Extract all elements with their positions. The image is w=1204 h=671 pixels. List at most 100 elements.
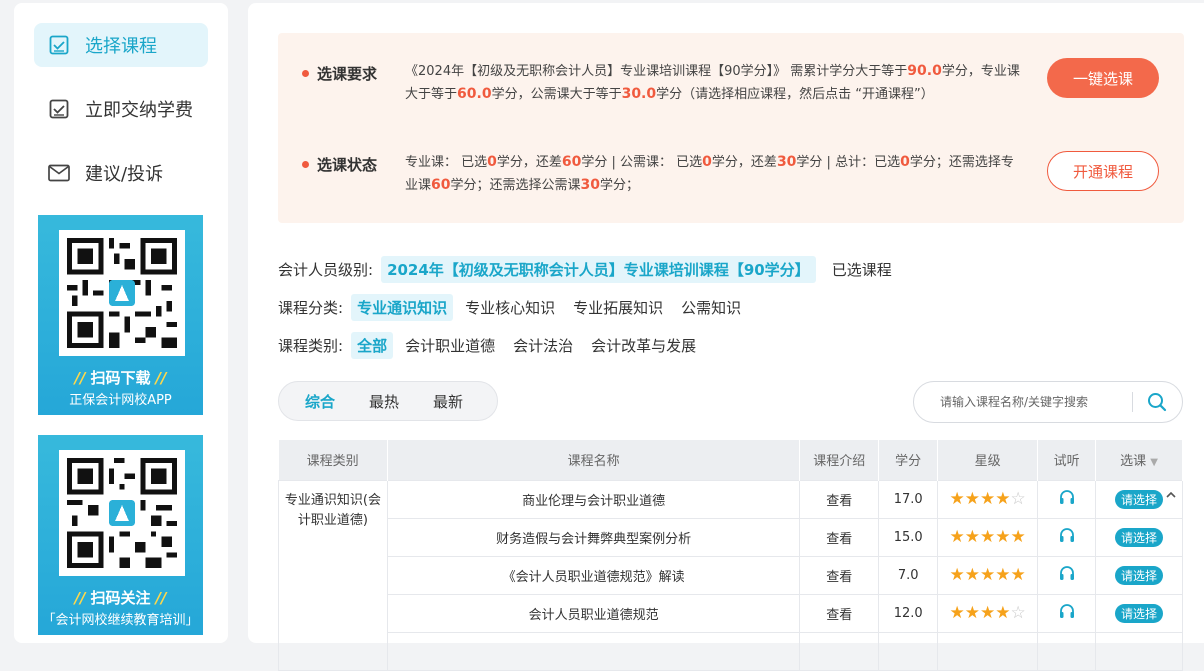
sort-tab-comprehensive[interactable]: 综合	[305, 391, 335, 412]
star-rating: ★★★★★	[949, 527, 1026, 547]
course-name: 会计人员职业道德规范	[386, 593, 801, 633]
type-option[interactable]: 会计改革与发展	[585, 332, 702, 359]
empty-cell	[1037, 631, 1097, 671]
filter-label: 会计人员级别:	[278, 261, 374, 279]
course-name: 财务造假与会计舞弊典型案例分析	[386, 517, 801, 557]
select-course-button[interactable]: 请选择	[1115, 527, 1164, 547]
one-click-select-button[interactable]: 一键选课	[1047, 58, 1159, 98]
headphones-icon[interactable]	[1058, 528, 1076, 548]
course-category-cell: 专业通识知识(会计职业道德)	[278, 479, 388, 671]
sidebar-item-label: 立即交纳学费	[85, 100, 193, 121]
select-course-button[interactable]: 请选择	[1115, 603, 1164, 623]
headphones-icon[interactable]	[1058, 566, 1076, 586]
column-header: 课程名称	[387, 440, 801, 480]
empty-cell	[1095, 631, 1183, 671]
type-filter: 课程类别: 全部 会计职业道德 会计法治 会计改革与发展	[278, 332, 708, 359]
empty-cell	[799, 631, 880, 671]
status-label: 选课状态	[302, 154, 377, 175]
checklist-icon	[47, 33, 71, 57]
category-option[interactable]: 专业通识知识	[351, 294, 454, 321]
filter-label: 课程类别:	[278, 337, 344, 355]
table-row: 《会计人员职业道德规范》解读 查看 7.0 ★★★★★ 请选择	[279, 555, 1183, 595]
view-intro-link[interactable]: 查看	[799, 555, 880, 595]
chevron-down-icon[interactable]: ▼	[1150, 457, 1158, 468]
filter-label: 课程分类:	[278, 299, 344, 317]
headphones-icon[interactable]	[1058, 490, 1076, 510]
course-name: 《会计人员职业道德规范》解读	[386, 555, 801, 595]
column-header: 学分	[878, 440, 939, 480]
sidebar-item-label: 选择课程	[85, 36, 157, 57]
select-course-button[interactable]: 请选择	[1115, 565, 1164, 585]
course-name	[386, 631, 801, 671]
select-course-button[interactable]: 请选择	[1115, 489, 1164, 509]
audition-cell	[1037, 555, 1097, 595]
course-rating: ★★★★☆	[937, 593, 1039, 633]
scrollbar[interactable]	[1164, 487, 1178, 637]
bullet-dot	[302, 70, 309, 77]
view-intro-link[interactable]: 查看	[799, 593, 880, 633]
course-credit: 7.0	[878, 555, 939, 595]
qr-code	[59, 450, 185, 576]
level-option-selected-courses[interactable]: 已选课程	[826, 256, 898, 283]
course-rating: ★★★★☆	[937, 479, 1039, 519]
type-option[interactable]: 会计法治	[507, 332, 579, 359]
audition-cell	[1037, 479, 1097, 519]
open-course-button[interactable]: 开通课程	[1047, 151, 1159, 191]
promo-title: //扫码关注//	[74, 589, 167, 607]
table-header: 课程类别 课程名称 课程介绍 学分 星级 试听 选课 ▼	[278, 440, 1183, 480]
requirements-box: 选课要求 《2024年【初级及无职称会计人员】专业课培训课程【90学分】》 需累…	[278, 33, 1184, 223]
search-input[interactable]	[940, 395, 1120, 409]
sort-tab-newest[interactable]: 最新	[433, 391, 463, 412]
course-name: 商业伦理与会计职业道德	[386, 479, 801, 519]
course-credit: 12.0	[878, 593, 939, 633]
requirement-text: 《2024年【初级及无职称会计人员】专业课培训课程【90学分】》 需累计学分大于…	[405, 63, 1020, 102]
requirement-label: 选课要求	[302, 63, 377, 84]
sidebar-item-feedback[interactable]: 建议/投诉	[34, 151, 208, 195]
star-rating: ★★★★★	[949, 565, 1026, 585]
promo-title: //扫码下载//	[74, 369, 167, 387]
table-row	[279, 631, 1183, 671]
type-option[interactable]: 会计职业道德	[399, 332, 501, 359]
course-rating: ★★★★★	[937, 517, 1039, 557]
star-rating: ★★★★☆	[949, 489, 1026, 509]
column-header: 课程类别	[278, 440, 388, 480]
bullet-dot	[302, 161, 309, 168]
category-option[interactable]: 专业拓展知识	[567, 294, 669, 321]
promo-subtitle: 「会计网校继续教育培训」	[42, 613, 199, 628]
status-text: 专业课： 已选0学分，还差60学分 | 公需课： 已选0学分，还差30学分 | …	[405, 154, 1014, 193]
sidebar-item-label: 建议/投诉	[85, 164, 164, 185]
sort-tab-hottest[interactable]: 最热	[369, 391, 399, 412]
mail-icon	[47, 161, 71, 185]
category-option[interactable]: 公需知识	[675, 294, 747, 321]
wechat-follow-promo[interactable]: //扫码关注// 「会计网校继续教育培训」	[38, 435, 203, 635]
qr-code	[59, 230, 185, 356]
column-header: 试听	[1037, 440, 1097, 480]
star-rating: ★★★★☆	[949, 603, 1026, 623]
headphones-icon[interactable]	[1058, 604, 1076, 624]
empty-cell	[937, 631, 1039, 671]
category-filter: 课程分类: 专业通识知识 专业核心知识 专业拓展知识 公需知识	[278, 294, 753, 321]
table-row: 财务造假与会计舞弊典型案例分析 查看 15.0 ★★★★★ 请选择	[279, 517, 1183, 557]
level-option-selected[interactable]: 2024年【初级及无职称会计人员】专业课培训课程【90学分】	[381, 256, 816, 283]
type-option[interactable]: 全部	[351, 332, 394, 359]
category-option[interactable]: 专业核心知识	[459, 294, 561, 321]
sidebar-item-select-course[interactable]: 选择课程	[34, 23, 208, 67]
app-download-promo[interactable]: //扫码下载// 正保会计网校APP	[38, 215, 203, 415]
audition-cell	[1037, 593, 1097, 633]
table-row: 会计人员职业道德规范 查看 12.0 ★★★★☆ 请选择	[279, 593, 1183, 633]
search-icon[interactable]	[1147, 392, 1167, 412]
course-rating: ★★★★★	[937, 555, 1039, 595]
promo-subtitle: 正保会计网校APP	[69, 393, 172, 408]
empty-cell	[878, 631, 939, 671]
course-credit: 15.0	[878, 517, 939, 557]
column-header: 星级	[937, 440, 1039, 480]
scroll-up-icon[interactable]	[1164, 488, 1178, 502]
search-box	[913, 381, 1183, 423]
main-panel: 选课要求 《2024年【初级及无职称会计人员】专业课培训课程【90学分】》 需累…	[248, 3, 1204, 671]
sort-tabs: 综合 最热 最新	[278, 381, 498, 421]
course-table: 课程类别 课程名称 课程介绍 学分 星级 试听 选课 ▼ 专业通识知识(会计职业…	[278, 440, 1183, 671]
course-credit: 17.0	[878, 479, 939, 519]
sidebar-item-pay-fee[interactable]: 立即交纳学费	[34, 87, 208, 131]
view-intro-link[interactable]: 查看	[799, 517, 880, 557]
view-intro-link[interactable]: 查看	[799, 479, 880, 519]
